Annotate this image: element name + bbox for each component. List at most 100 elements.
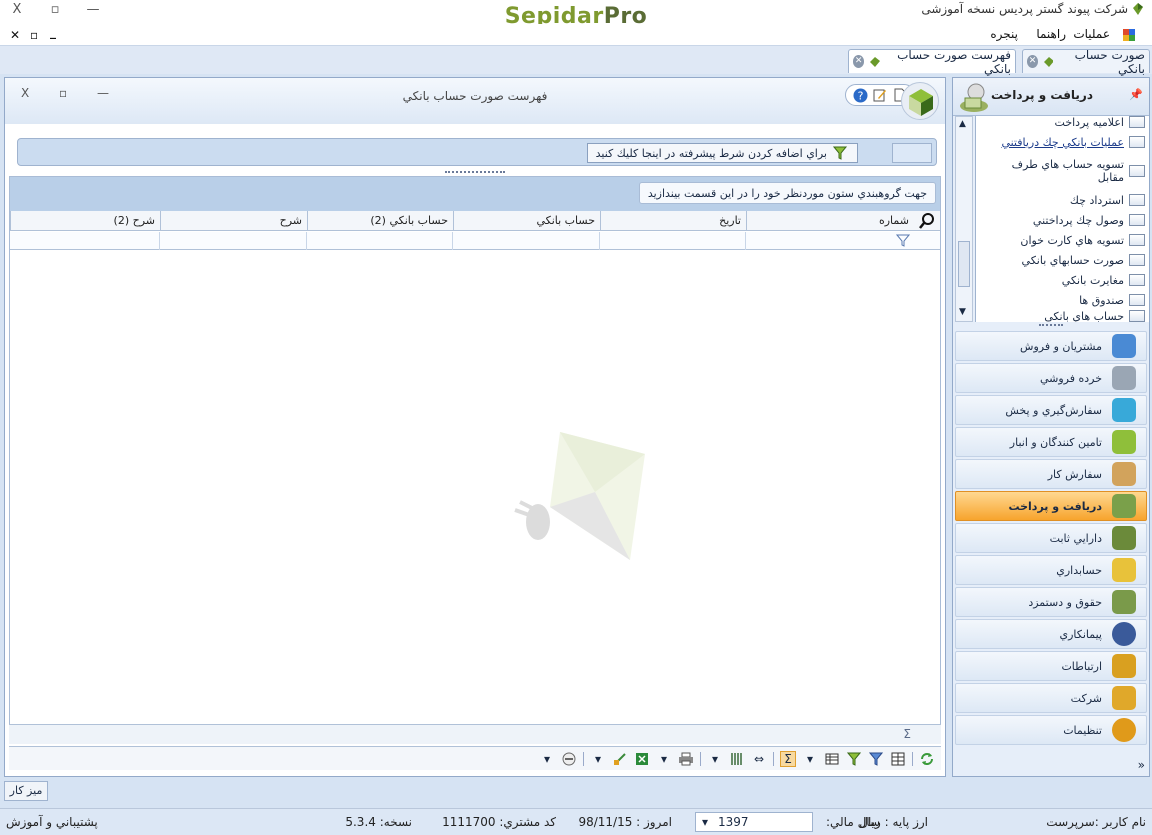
filter-green-icon[interactable]	[846, 751, 862, 767]
sublist-item[interactable]: تسويه هاي كارت خوان	[1020, 230, 1145, 250]
module-label: حقوق و دستمزد	[1028, 595, 1102, 609]
module-receipt-payment[interactable]: دريافت و پرداخت	[955, 491, 1147, 521]
company-icon	[1112, 686, 1136, 710]
menu-app-icon[interactable]	[1122, 28, 1136, 45]
fiscal-year-select[interactable]: ▾ 1397	[695, 812, 813, 832]
scroll-up-arrow-icon[interactable]: ▲	[959, 119, 966, 129]
desktop-button[interactable]: ميز كار	[4, 781, 48, 801]
shopping-cart-icon	[1112, 366, 1136, 390]
tab-bank-statement-list[interactable]: فهرست صورت حساب بانكي ✕	[848, 48, 1016, 76]
module-distribution[interactable]: سفارش‌گيري و پخش	[955, 395, 1147, 425]
grid-header: شماره تاريخ حساب بانكي حساب بانكي (2) شر…	[10, 211, 940, 231]
splitter-grip[interactable]	[445, 171, 505, 175]
sublist-item[interactable]: وصول چك پرداختني	[1033, 210, 1145, 230]
sum-toggle-icon[interactable]: Σ	[780, 750, 796, 767]
sublist-item-label: مغايرت بانكي	[1061, 273, 1124, 287]
data-grid: جهت گروهبندي ستون موردنظر خود را در اين …	[9, 176, 941, 744]
group-by-band[interactable]: جهت گروهبندي ستون موردنظر خود را در اين …	[10, 177, 940, 211]
print-icon[interactable]	[678, 751, 694, 767]
sublist-item[interactable]: مغايرت بانكي	[1062, 270, 1145, 290]
support-link[interactable]: پشتيباني و آموزش	[6, 815, 98, 829]
receipt-payment-icon	[957, 80, 991, 117]
form-icon	[1129, 310, 1145, 322]
expand-panel-icon[interactable]: »	[1138, 758, 1145, 772]
excel-icon[interactable]	[634, 751, 650, 767]
menu-operations[interactable]: عملیات	[1073, 27, 1110, 41]
column-header-description[interactable]: شرح	[160, 211, 307, 231]
module-work-order[interactable]: سفارش كار	[955, 459, 1147, 489]
dropdown-arrow-icon[interactable]: ▾	[802, 751, 818, 767]
dropdown-arrow-icon[interactable]: ▾	[707, 751, 723, 767]
edit-note-icon[interactable]	[872, 87, 888, 103]
panel-splitter-grip[interactable]	[1039, 324, 1063, 326]
module-communications[interactable]: ارتباطات	[955, 651, 1147, 681]
mdi-restore-button[interactable]: ▫	[30, 28, 38, 42]
layout-icon[interactable]	[890, 751, 906, 767]
module-retail[interactable]: خرده فروشي	[955, 363, 1147, 393]
module-label: سفارش كار	[1047, 467, 1102, 481]
module-payroll[interactable]: حقوق و دستمزد	[955, 587, 1147, 617]
column-header-date[interactable]: تاريخ	[600, 211, 746, 231]
fiscal-year-value: 1397	[718, 815, 749, 829]
app-title-text: شرکت پیوند گستر پردیس نسخه آموزشی	[921, 2, 1128, 16]
column-header-bank-account[interactable]: حساب بانكي	[453, 211, 600, 231]
group-rows-icon[interactable]	[824, 751, 840, 767]
sublist-scrollbar[interactable]: ▲ ▼	[955, 116, 973, 322]
add-advanced-filter-button[interactable]: براي اضافه كردن شرط پيشرفته در اينجا كلي…	[586, 143, 858, 163]
grid-summary-footer: Σ	[9, 724, 941, 744]
dropdown-arrow-icon[interactable]: ▾	[590, 751, 606, 767]
scroll-thumb[interactable]	[958, 241, 970, 287]
form-icon	[1129, 234, 1145, 246]
sublist-item[interactable]: اعلاميه پرداخت	[1055, 112, 1145, 132]
row-filter-icon[interactable]	[895, 234, 911, 250]
form-icon	[1129, 194, 1145, 206]
filter-blue-icon[interactable]	[868, 751, 884, 767]
search-icon[interactable]	[918, 212, 936, 233]
filter-cell-divider	[306, 232, 307, 250]
columns-icon[interactable]	[729, 751, 745, 767]
bank-statement-list-window: X ▫ — فهرست صورت حساب بانكي ? براي اضافه…	[4, 77, 946, 777]
sublist-item[interactable]: صورت حسابهاي بانكي	[1022, 250, 1145, 270]
sublist-item[interactable]: استرداد چك	[1070, 190, 1145, 210]
export-icon[interactable]	[612, 751, 628, 767]
module-accounting[interactable]: حسابداري	[955, 555, 1147, 585]
fit-width-icon[interactable]: ⇔	[751, 751, 767, 767]
sublist-item-label: صندوق ها	[1079, 293, 1124, 307]
menu-window[interactable]: پنجره	[990, 27, 1018, 41]
status-today: امروز : 98/11/15	[578, 815, 672, 829]
tab-bank-statement[interactable]: صورت حساب بانكي ✕	[1022, 48, 1150, 76]
toolbar-separator	[912, 751, 913, 766]
sublist-item[interactable]: حساب هاي بانكي	[1044, 310, 1145, 322]
sublist-item[interactable]: عمليات بانكي چك دريافتني	[1001, 132, 1145, 152]
module-label: دريافت و پرداخت	[1008, 499, 1102, 513]
tab-close-icon[interactable]: ✕	[852, 55, 865, 68]
filter-expression-box[interactable]	[892, 143, 932, 163]
column-header-bank-account-2[interactable]: حساب بانكي (2)	[307, 211, 453, 231]
sublist-item[interactable]: تسويه حساب هاي طرف مقابل	[995, 154, 1145, 188]
menu-help[interactable]: راهنما	[1036, 27, 1066, 41]
navigation-panel-header: دریافت و پرداخت 📌	[953, 78, 1149, 116]
column-header-number[interactable]: شماره	[746, 211, 914, 231]
mdi-close-button[interactable]: ✕	[10, 28, 20, 42]
dropdown-arrow-icon[interactable]: ▾	[656, 751, 672, 767]
circle-minus-icon[interactable]	[561, 751, 577, 767]
module-fixed-assets[interactable]: دارايي ثابت	[955, 523, 1147, 553]
help-icon[interactable]: ?	[852, 87, 868, 103]
pin-icon[interactable]: 📌	[1129, 88, 1143, 101]
module-sales[interactable]: مشتريان و فروش	[955, 331, 1147, 361]
module-settings[interactable]: تنظيمات	[955, 715, 1147, 745]
column-header-description-2[interactable]: شرح (2)	[10, 211, 160, 231]
module-company[interactable]: شركت	[955, 683, 1147, 713]
tab-close-icon[interactable]: ✕	[1027, 55, 1039, 68]
sublist-item[interactable]: صندوق ها	[1079, 290, 1145, 310]
grid-toolbar: ▾ ▾ ▾ ▾ ⇔ Σ ▾	[9, 746, 941, 770]
refresh-icon[interactable]	[919, 751, 935, 767]
scroll-down-arrow-icon[interactable]: ▼	[959, 307, 966, 317]
dropdown-arrow-icon[interactable]: ▾	[539, 751, 555, 767]
form-icon	[1129, 294, 1145, 306]
module-contracting[interactable]: پيمانكاري	[955, 619, 1147, 649]
sum-icon: Σ	[903, 727, 911, 741]
module-suppliers-inventory[interactable]: تامين كنندگان و انبار	[955, 427, 1147, 457]
module-label: سفارش‌گيري و پخش	[1005, 403, 1102, 417]
mdi-minimize-button[interactable]: _	[50, 25, 56, 39]
